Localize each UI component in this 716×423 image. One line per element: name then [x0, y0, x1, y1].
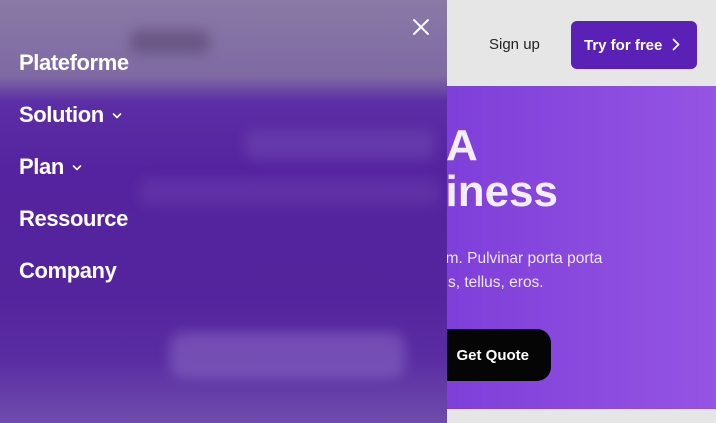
signup-link[interactable]: Sign up — [489, 36, 540, 53]
try-for-free-button[interactable]: Try for free — [571, 21, 697, 69]
nav-item-label: Plateforme — [19, 50, 129, 75]
close-menu-button[interactable] — [409, 15, 433, 39]
blurred-heading-2 — [140, 178, 440, 206]
blurred-button — [170, 332, 405, 378]
chevron-right-icon — [672, 35, 680, 56]
nav-item-plateforme[interactable]: Plateforme — [19, 37, 129, 89]
nav-item-label: Company — [19, 258, 117, 283]
try-for-free-label: Try for free — [584, 36, 663, 54]
nav-item-label: Plan — [19, 154, 64, 179]
chevron-down-icon — [72, 164, 82, 172]
nav-item-ressource[interactable]: Ressource — [19, 193, 129, 245]
nav-item-label: Solution — [19, 102, 104, 127]
chevron-down-icon — [112, 112, 122, 120]
blurred-logo — [130, 30, 210, 54]
nav-item-plan[interactable]: Plan — [19, 141, 129, 193]
nav-item-label: Ressource — [19, 206, 128, 231]
nav-item-company[interactable]: Company — [19, 245, 129, 297]
close-icon — [413, 19, 429, 35]
nav-item-solution[interactable]: Solution — [19, 89, 129, 141]
nav-menu: Plateforme Solution Plan Ressource Compa… — [19, 37, 129, 297]
mobile-nav-overlay: Plateforme Solution Plan Ressource Compa… — [0, 0, 447, 423]
blurred-heading — [245, 130, 435, 160]
